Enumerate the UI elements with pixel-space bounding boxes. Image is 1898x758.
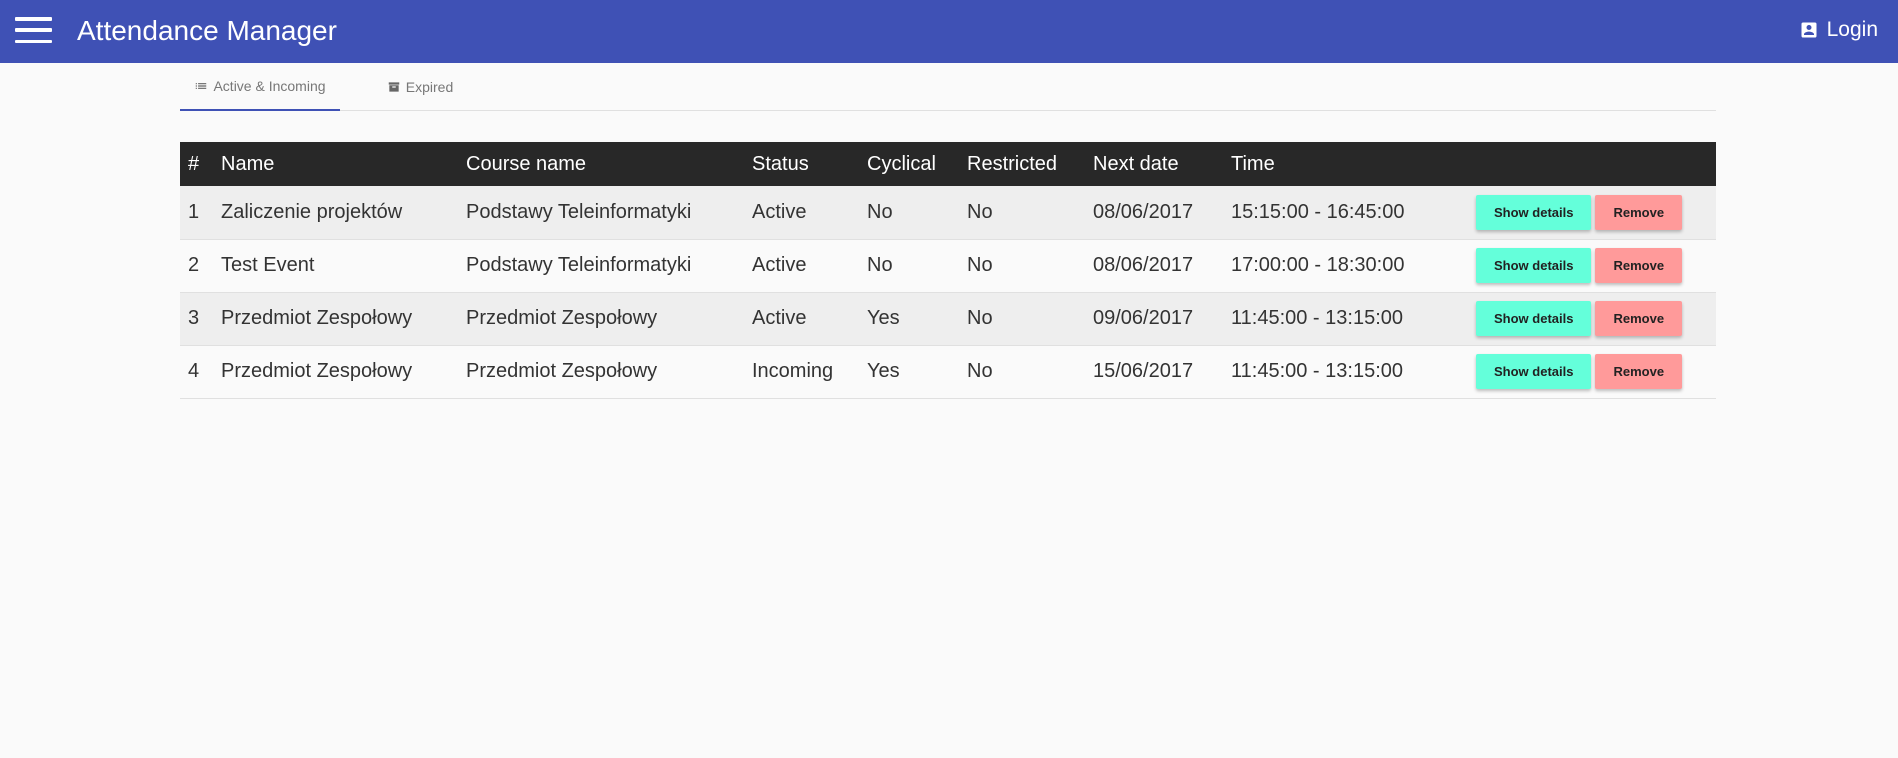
- cell-time: 15:15:00 - 16:45:00: [1231, 200, 1405, 223]
- table-row: 1 Zaliczenie projektów Podstawy Teleinfo…: [180, 186, 1716, 239]
- tab-label: Active & Incoming: [213, 78, 326, 94]
- cell-name: Przedmiot Zespołowy: [221, 307, 413, 329]
- cell-time: 11:45:00 - 13:15:00: [1231, 360, 1403, 382]
- cell-status: Active: [752, 200, 807, 223]
- events-table: # Name Course name Status Cyclical Restr…: [180, 142, 1716, 399]
- table-row: 3 Przedmiot Zespołowy Przedmiot Zespołow…: [180, 292, 1716, 345]
- tab-label: Expired: [405, 79, 454, 95]
- cell-cyclical: Yes: [867, 360, 900, 382]
- header-time: Time: [1231, 152, 1275, 175]
- tab-expired[interactable]: Expired: [340, 63, 500, 111]
- remove-button[interactable]: Remove: [1595, 248, 1683, 283]
- header-name: Name: [221, 152, 275, 175]
- cell-actions: Show details Remove: [1468, 345, 1716, 398]
- cell-actions: Show details Remove: [1468, 239, 1716, 292]
- cell-course: Przedmiot Zespołowy: [466, 360, 658, 382]
- app-title: Attendance Manager: [77, 15, 337, 46]
- cell-course: Podstawy Teleinformatyki: [466, 200, 692, 223]
- login-button[interactable]: Login: [1799, 18, 1878, 42]
- app-bar: Attendance Manager Login: [0, 0, 1898, 63]
- tab-bar: Active & Incoming Expired: [180, 63, 1716, 111]
- table-row: 4 Przedmiot Zespołowy Przedmiot Zespołow…: [180, 345, 1716, 398]
- archive-icon: [388, 82, 400, 92]
- cell-next-date: 08/06/2017: [1093, 200, 1194, 223]
- cell-status: Incoming: [752, 360, 834, 382]
- account-box-icon: [1801, 22, 1817, 38]
- login-label: Login: [1826, 18, 1878, 41]
- cell-name: Test Event: [221, 254, 315, 276]
- cell-course: Przedmiot Zespołowy: [466, 307, 658, 329]
- cell-restricted: No: [967, 254, 993, 276]
- cell-actions: Show details Remove: [1468, 186, 1716, 239]
- cell-restricted: No: [967, 307, 993, 329]
- remove-button[interactable]: Remove: [1595, 354, 1683, 389]
- show-details-button[interactable]: Show details: [1476, 301, 1592, 336]
- cell-next-date: 09/06/2017: [1093, 307, 1194, 329]
- cell-next-date: 08/06/2017: [1093, 254, 1194, 276]
- header-actions: [1468, 142, 1716, 186]
- show-details-button[interactable]: Show details: [1476, 354, 1592, 389]
- cell-time: 11:45:00 - 13:15:00: [1231, 307, 1403, 329]
- header-next-date: Next date: [1093, 152, 1179, 175]
- table-row: 2 Test Event Podstawy Teleinformatyki Ac…: [180, 239, 1716, 292]
- header-num: #: [188, 152, 200, 175]
- header-course: Course name: [466, 152, 587, 175]
- cell-time: 17:00:00 - 18:30:00: [1231, 254, 1405, 276]
- remove-button[interactable]: Remove: [1595, 194, 1683, 230]
- cell-name: Przedmiot Zespołowy: [221, 360, 413, 382]
- show-details-button[interactable]: Show details: [1476, 194, 1592, 230]
- cell-cyclical: Yes: [867, 307, 900, 329]
- cell-num: 4: [188, 360, 200, 382]
- cell-status: Active: [752, 254, 807, 276]
- cell-actions: Show details Remove: [1468, 292, 1716, 345]
- cell-num: 2: [188, 254, 200, 276]
- show-details-button[interactable]: Show details: [1476, 248, 1592, 283]
- list-icon: [196, 83, 207, 89]
- cell-num: 3: [188, 307, 200, 329]
- header-status: Status: [752, 152, 809, 175]
- remove-button[interactable]: Remove: [1595, 301, 1683, 336]
- cell-cyclical: No: [867, 254, 893, 276]
- cell-status: Active: [752, 307, 807, 329]
- cell-restricted: No: [967, 360, 993, 382]
- cell-name: Zaliczenie projektów: [221, 200, 403, 223]
- header-cyclical: Cyclical: [867, 152, 936, 175]
- tab-active-incoming[interactable]: Active & Incoming: [180, 63, 340, 111]
- cell-course: Podstawy Teleinformatyki: [466, 254, 692, 276]
- hamburger-menu-icon[interactable]: [15, 17, 52, 43]
- cell-cyclical: No: [867, 200, 893, 223]
- cell-restricted: No: [967, 200, 993, 223]
- table-header-row: # Name Course name Status Cyclical Restr…: [180, 142, 1716, 186]
- cell-num: 1: [188, 200, 200, 223]
- header-restricted: Restricted: [967, 152, 1058, 175]
- cell-next-date: 15/06/2017: [1093, 360, 1194, 382]
